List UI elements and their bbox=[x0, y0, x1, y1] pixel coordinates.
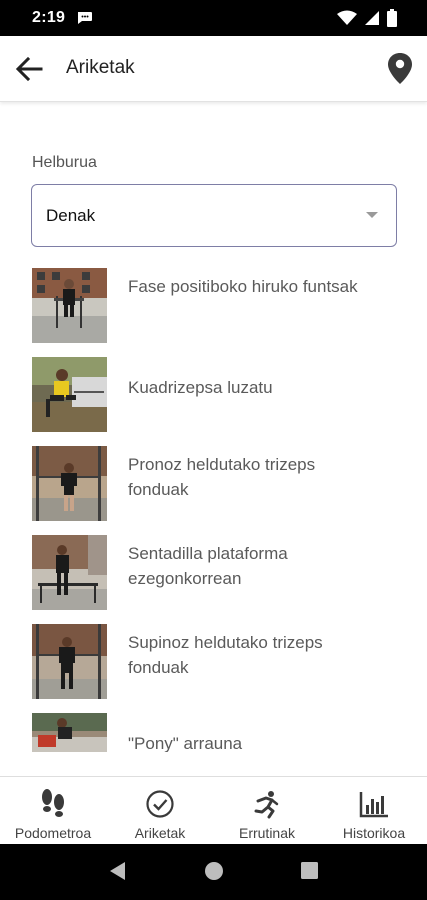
location-pin-icon[interactable] bbox=[385, 51, 415, 85]
status-bar: 2:19 bbox=[0, 0, 427, 36]
exercise-thumbnail bbox=[32, 446, 107, 521]
signal-icon bbox=[365, 11, 379, 25]
exercise-item[interactable]: Sentadilla plataforma ezegonkorrean bbox=[0, 529, 427, 618]
page-title: Ariketak bbox=[66, 57, 135, 78]
system-home-icon[interactable] bbox=[204, 860, 224, 882]
app-screen: Ariketak Helburua Denak Fase positiboko … bbox=[0, 36, 427, 844]
status-time: 2:19 bbox=[32, 9, 66, 26]
chevron-down-icon bbox=[366, 212, 378, 218]
exercise-item[interactable]: Supinoz heldutako trizeps fonduak bbox=[0, 618, 427, 707]
exercise-name: Pronoz heldutako trizeps fonduak bbox=[128, 455, 316, 499]
exercise-name: Fase positiboko hiruko funtsak bbox=[128, 277, 358, 296]
nav-item-historikoa[interactable]: Historikoa bbox=[321, 777, 427, 844]
exercise-name: Sentadilla plataforma ezegonkorrean bbox=[128, 544, 288, 588]
nav-label: Errutinak bbox=[238, 825, 296, 841]
exercise-item[interactable]: Pronoz heldutako trizeps fonduak bbox=[0, 440, 427, 529]
exercise-item[interactable]: "Pony" arrauna bbox=[0, 707, 427, 752]
bar-chart-icon bbox=[359, 792, 388, 818]
dropdown-selected-value: Denak bbox=[46, 206, 96, 225]
system-navigation-bar bbox=[0, 844, 427, 900]
exercise-list: Fase positiboko hiruko funtsak Kuadrizep… bbox=[0, 262, 427, 752]
nav-label: Historikoa bbox=[342, 825, 406, 841]
battery-icon bbox=[387, 9, 397, 27]
nav-item-ariketak[interactable]: Ariketak bbox=[107, 777, 213, 844]
exercise-name: Kuadrizepsa luzatu bbox=[128, 378, 273, 397]
check-circle-icon bbox=[146, 790, 174, 818]
exercise-name: Supinoz heldutako trizeps fonduak bbox=[128, 633, 323, 677]
back-arrow-icon[interactable] bbox=[14, 55, 44, 83]
exercise-thumbnail bbox=[32, 357, 107, 432]
app-bar: Ariketak bbox=[0, 36, 427, 102]
running-icon bbox=[254, 791, 279, 819]
footprints-icon bbox=[42, 789, 64, 817]
filter-label: Helburua bbox=[32, 154, 97, 171]
exercise-item[interactable]: Kuadrizepsa luzatu bbox=[0, 351, 427, 440]
status-icons bbox=[337, 9, 397, 27]
goal-dropdown[interactable]: Denak bbox=[31, 184, 397, 247]
system-recents-icon[interactable] bbox=[300, 860, 320, 882]
exercise-thumbnail bbox=[32, 624, 107, 699]
exercise-item[interactable]: Fase positiboko hiruko funtsak bbox=[0, 262, 427, 351]
bottom-navigation: Podometroa Ariketak Errutinak Historikoa bbox=[0, 776, 427, 844]
nav-label: Ariketak bbox=[134, 825, 186, 841]
exercise-thumbnail bbox=[32, 713, 107, 752]
wifi-icon bbox=[337, 10, 357, 25]
nav-item-errutinak[interactable]: Errutinak bbox=[214, 777, 320, 844]
nav-label: Podometroa bbox=[14, 825, 92, 841]
chat-notification-icon bbox=[78, 12, 92, 24]
exercise-thumbnail bbox=[32, 268, 107, 343]
nav-item-podometroa[interactable]: Podometroa bbox=[0, 777, 106, 844]
exercise-thumbnail bbox=[32, 535, 107, 610]
exercise-name: "Pony" arrauna bbox=[128, 734, 243, 752]
system-back-icon[interactable] bbox=[107, 860, 127, 882]
